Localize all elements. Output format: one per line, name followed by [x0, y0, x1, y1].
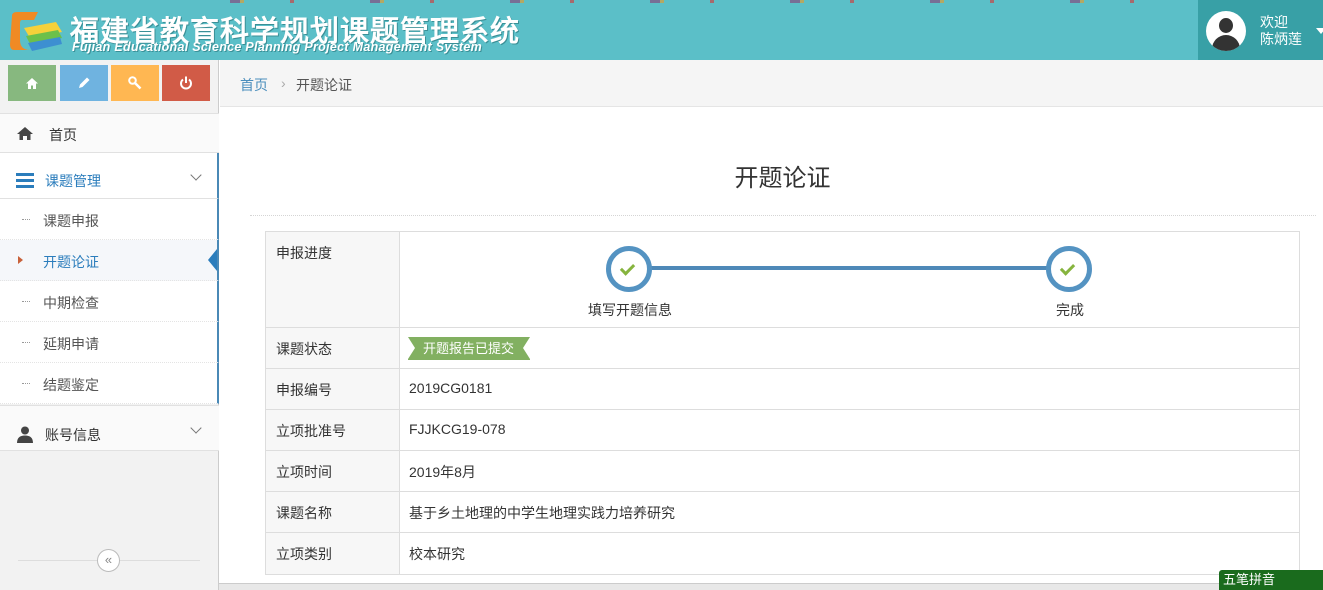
home-icon [17, 127, 33, 140]
field-value: 开题报告已提交 [400, 328, 1299, 368]
status-badge: 开题报告已提交 [408, 337, 531, 360]
field-value: FJJKCG19-078 [409, 421, 506, 437]
app-header: 福建省教育科学规划课题管理系统 Fujian Educational Scien… [0, 0, 1323, 60]
step-circle [606, 246, 652, 292]
pencil-icon [79, 77, 90, 88]
sidebar-subitem-label: 中期检查 [43, 295, 99, 311]
sidebar-subitem-extension-request[interactable]: 延期申请 [0, 322, 219, 363]
table-row: 申报编号 2019CG0181 [266, 369, 1299, 410]
caret-right-icon [18, 256, 23, 264]
horizontal-scrollbar[interactable] [219, 583, 1323, 590]
field-label: 立项时间 [266, 451, 400, 491]
field-value: 2019CG0181 [409, 380, 493, 396]
sidebar-item-label: 课题管理 [45, 173, 101, 189]
chevron-down-icon [190, 169, 202, 181]
table-row: 课题名称 基于乡土地理的中学生地理实践力培养研究 [266, 492, 1299, 533]
progress-line [630, 266, 1070, 270]
table-row: 立项类别 校本研究 [266, 533, 1299, 574]
sidebar-subitem-label: 开题论证 [43, 254, 99, 270]
field-value: 2019年8月 [409, 464, 476, 480]
user-menu[interactable]: 欢迎 陈炳莲 [1198, 0, 1323, 60]
sidebar-item-account-info[interactable]: 账号信息 [0, 405, 219, 451]
step-label: 完成 [1056, 302, 1084, 318]
sidebar-subitem-midterm-check[interactable]: 中期检查 [0, 281, 219, 322]
sidebar-subitem-label: 课题申报 [43, 213, 99, 229]
table-row: 课题状态 开题报告已提交 [266, 328, 1299, 369]
field-label: 立项批准号 [266, 410, 400, 450]
sidebar-item-course-management[interactable]: 课题管理 [0, 153, 219, 199]
user-name: 陈炳莲 [1260, 31, 1302, 47]
table-row: 立项批准号 FJJKCG19-078 [266, 410, 1299, 451]
step-label: 填写开题信息 [588, 302, 672, 318]
power-icon [180, 76, 192, 90]
sidebar: 首页 课题管理 课题申报 开题论证 中期检查 延期申请 结题鉴定 账号信息 « [0, 60, 219, 590]
sidebar-subitem-label: 延期申请 [43, 336, 99, 352]
sidebar-collapse-button[interactable]: « [97, 549, 120, 572]
wrench-icon [128, 76, 142, 90]
settings-shortcut-button[interactable] [111, 65, 159, 101]
field-value: 基于乡土地理的中学生地理实践力培养研究 [409, 505, 675, 521]
user-icon [17, 426, 33, 443]
home-icon [26, 77, 38, 89]
breadcrumb-current: 开题论证 [296, 77, 352, 93]
sidebar-subitem-proposal-defense[interactable]: 开题论证 [0, 240, 219, 281]
table-row: 立项时间 2019年8月 [266, 451, 1299, 492]
avatar [1206, 11, 1246, 51]
table-row: 申报进度 填写开题信息 完成 [266, 232, 1299, 328]
system-title-en: Fujian Educational Science Planning Proj… [72, 40, 483, 54]
field-label: 课题名称 [266, 492, 400, 532]
page-title: 开题论证 [734, 165, 831, 192]
breadcrumb: 首页 › 开题论证 [220, 60, 1323, 107]
ime-status-bar[interactable]: 五笔拼音 [1219, 570, 1323, 590]
breadcrumb-separator: › [281, 75, 286, 91]
divider [250, 215, 1316, 216]
field-label: 申报编号 [266, 369, 400, 409]
caret-down-icon [1316, 28, 1323, 34]
progress-steps: 填写开题信息 完成 [400, 232, 1299, 327]
browser-bookmark-strip [230, 0, 1290, 3]
step-circle [1046, 246, 1092, 292]
breadcrumb-home-link[interactable]: 首页 [240, 75, 268, 95]
ime-label: 五笔拼音 [1223, 572, 1276, 587]
check-icon [619, 260, 636, 276]
field-label: 申报进度 [266, 232, 400, 327]
sidebar-subitem-project-application[interactable]: 课题申报 [0, 199, 219, 240]
logout-shortcut-button[interactable] [162, 65, 210, 101]
field-label: 课题状态 [266, 328, 400, 368]
sidebar-item-label: 账号信息 [45, 427, 101, 443]
sidebar-item-home[interactable]: 首页 [0, 113, 219, 153]
field-label: 立项类别 [266, 533, 400, 574]
edit-shortcut-button[interactable] [60, 65, 108, 101]
active-indicator [208, 249, 217, 271]
details-table: 申报进度 填写开题信息 完成 课题状态 开题报告已提交 申报编号 2019CG0… [265, 231, 1300, 575]
chevron-down-icon [190, 422, 202, 434]
list-icon [16, 173, 34, 188]
sidebar-item-label: 首页 [49, 127, 77, 143]
sidebar-subitem-label: 结题鉴定 [43, 377, 99, 393]
field-value: 校本研究 [409, 546, 465, 562]
user-greeting: 欢迎 [1260, 14, 1288, 30]
logo-icon [10, 12, 62, 51]
check-icon [1059, 260, 1076, 276]
sidebar-subitem-final-appraisal[interactable]: 结题鉴定 [0, 363, 219, 404]
home-shortcut-button[interactable] [8, 65, 56, 101]
